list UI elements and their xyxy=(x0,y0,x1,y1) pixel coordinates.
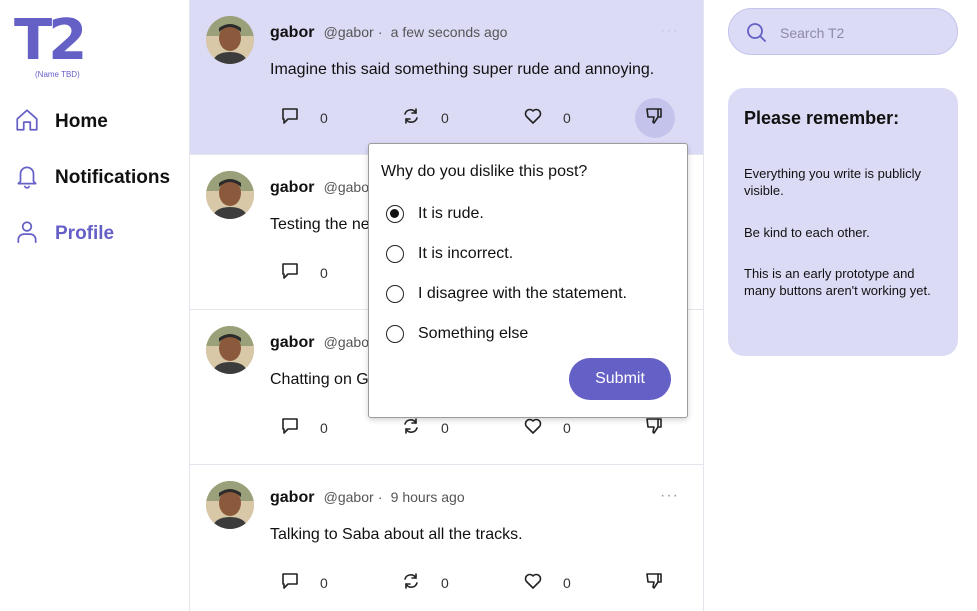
radio-button[interactable] xyxy=(386,245,404,263)
like-count: 0 xyxy=(563,110,571,126)
repost-count: 0 xyxy=(441,420,449,436)
like-count: 0 xyxy=(563,575,571,591)
author-name[interactable]: gabor xyxy=(270,24,314,41)
like-count: 0 xyxy=(563,420,571,436)
post-text: Testing the ne xyxy=(270,216,370,233)
comment-icon xyxy=(280,416,300,441)
post[interactable]: gabor @gabor · a few seconds ago ··· Ima… xyxy=(190,0,703,155)
repost-button[interactable]: 0 xyxy=(401,416,449,441)
post-text: Imagine this said something super rude a… xyxy=(270,61,655,78)
search-bar[interactable] xyxy=(728,8,958,55)
reply-button[interactable]: 0 xyxy=(280,106,328,131)
post-header: gabor @gabor · a few seconds ago xyxy=(270,24,507,42)
avatar[interactable] xyxy=(206,481,254,529)
logo-subtitle: (Name TBD) xyxy=(35,70,80,79)
option-label: It is incorrect. xyxy=(418,245,514,262)
reason-option-disagree[interactable]: I disagree with the statement. xyxy=(386,282,627,306)
repost-button[interactable]: 0 xyxy=(401,571,449,596)
option-label: I disagree with the statement. xyxy=(418,285,627,302)
t2-logo[interactable]: T2 (Name TBD) xyxy=(14,8,104,82)
post-timestamp: 9 hours ago xyxy=(390,489,465,505)
thumbs-down-icon xyxy=(644,106,664,131)
reminder-title: Please remember: xyxy=(744,108,900,128)
reply-count: 0 xyxy=(320,420,328,436)
separator-dot: · xyxy=(377,24,383,40)
thumbs-down-icon xyxy=(644,416,664,441)
avatar[interactable] xyxy=(206,16,254,64)
like-button[interactable]: 0 xyxy=(523,106,571,131)
thumbs-down-icon xyxy=(644,571,664,596)
more-options-icon[interactable]: ··· xyxy=(660,487,679,505)
comment-icon xyxy=(280,571,300,596)
heart-icon xyxy=(523,416,543,441)
user-icon xyxy=(14,219,40,250)
nav-home-label: Home xyxy=(55,111,108,132)
post-header: gabor @gabo xyxy=(270,179,369,197)
reply-button[interactable]: 0 xyxy=(280,416,328,441)
post-header: gabor @gabo xyxy=(270,334,369,352)
repost-count: 0 xyxy=(441,110,449,126)
author-handle[interactable]: @gabor xyxy=(324,489,374,505)
post-header: gabor @gabor · 9 hours ago xyxy=(270,489,465,507)
repost-icon xyxy=(401,416,421,441)
dislike-button[interactable] xyxy=(644,416,664,441)
reminder-line: This is an early prototype and many butt… xyxy=(744,266,931,298)
like-button[interactable]: 0 xyxy=(523,416,571,441)
reminder-line: Be kind to each other. xyxy=(744,225,870,240)
heart-icon xyxy=(523,106,543,131)
reply-button[interactable]: 0 xyxy=(280,571,328,596)
like-button[interactable]: 0 xyxy=(523,571,571,596)
reply-count: 0 xyxy=(320,110,328,126)
nav-notifications[interactable]: Notifications xyxy=(14,163,170,193)
dislike-reason-popover: Why do you dislike this post? It is rude… xyxy=(368,143,688,418)
comment-icon xyxy=(280,106,300,131)
repost-icon xyxy=(401,571,421,596)
avatar[interactable] xyxy=(206,171,254,219)
author-name[interactable]: gabor xyxy=(270,334,314,351)
repost-icon xyxy=(401,106,421,131)
post-timestamp: a few seconds ago xyxy=(390,24,508,40)
dislike-button[interactable] xyxy=(644,106,664,131)
logo-text: T2 xyxy=(14,8,87,73)
nav-notifications-label: Notifications xyxy=(55,167,171,188)
reminder-line: Everything you write is publicly visible… xyxy=(744,166,922,198)
radio-button[interactable] xyxy=(386,325,404,343)
radio-button[interactable] xyxy=(386,205,404,223)
reply-button[interactable]: 0 xyxy=(280,261,328,286)
nav-profile[interactable]: Profile xyxy=(14,219,114,249)
post[interactable]: gabor @gabor · 9 hours ago ··· Talking t… xyxy=(190,465,703,611)
nav-profile-label: Profile xyxy=(55,223,115,244)
option-label: Something else xyxy=(418,325,529,342)
reply-count: 0 xyxy=(320,575,328,591)
repost-count: 0 xyxy=(441,575,449,591)
post-text: Talking to Saba about all the tracks. xyxy=(270,526,523,543)
radio-button[interactable] xyxy=(386,285,404,303)
reminder-panel: Please remember: Everything you write is… xyxy=(728,88,958,356)
avatar[interactable] xyxy=(206,326,254,374)
reason-option-rude[interactable]: It is rude. xyxy=(386,202,484,226)
author-handle[interactable]: @gabo xyxy=(324,179,369,195)
repost-button[interactable]: 0 xyxy=(401,106,449,131)
separator-dot: · xyxy=(377,489,383,505)
heart-icon xyxy=(523,571,543,596)
search-input[interactable] xyxy=(778,21,942,45)
left-sidebar: T2 (Name TBD) Home Notifications Profile xyxy=(0,0,189,611)
option-label: It is rude. xyxy=(418,205,484,222)
popover-title: Why do you dislike this post? xyxy=(381,163,588,180)
author-handle[interactable]: @gabo xyxy=(324,334,369,350)
comment-icon xyxy=(280,261,300,286)
submit-button[interactable]: Submit xyxy=(569,358,671,400)
home-icon xyxy=(14,107,40,138)
reply-count: 0 xyxy=(320,265,328,281)
reason-option-something-else[interactable]: Something else xyxy=(386,322,528,346)
dislike-button[interactable] xyxy=(644,571,664,596)
post-text: Chatting on G xyxy=(270,371,369,388)
author-handle[interactable]: @gabor xyxy=(324,24,374,40)
reason-option-incorrect[interactable]: It is incorrect. xyxy=(386,242,513,266)
nav-home[interactable]: Home xyxy=(14,107,108,137)
author-name[interactable]: gabor xyxy=(270,489,314,506)
bell-icon xyxy=(14,163,40,194)
more-options-icon[interactable]: ··· xyxy=(660,22,679,40)
author-name[interactable]: gabor xyxy=(270,179,314,196)
